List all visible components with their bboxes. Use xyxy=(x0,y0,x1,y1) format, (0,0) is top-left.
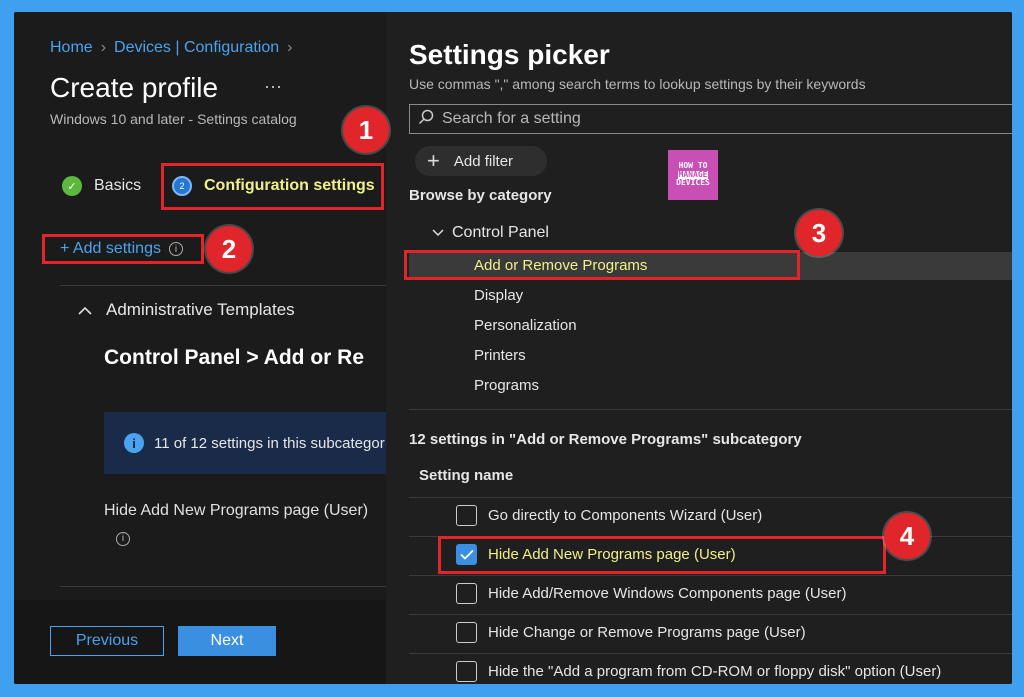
checkbox[interactable] xyxy=(456,583,477,604)
page-title: Create profile xyxy=(50,72,219,103)
add-filter-button[interactable]: + Add filter xyxy=(415,146,547,176)
admin-templates-label: Administrative Templates xyxy=(106,300,295,319)
setting-label: Hide Add New Programs page (User) xyxy=(104,502,369,519)
setting-row[interactable]: Hide Change or Remove Programs page (Use… xyxy=(456,622,806,643)
setting-row[interactable]: Go directly to Components Wizard (User) xyxy=(456,505,762,526)
settings-count: 12 settings in "Add or Remove Programs" … xyxy=(409,431,802,448)
checkbox[interactable] xyxy=(456,505,477,526)
divider xyxy=(60,586,386,587)
annotation-badge-1: 1 xyxy=(343,107,389,153)
setting-row-label: Hide Add/Remove Windows Components page … xyxy=(488,585,847,602)
setting-row[interactable]: Hide the "Add a program from CD-ROM or f… xyxy=(456,661,941,682)
browse-by-category-label: Browse by category xyxy=(409,187,552,204)
add-filter-label: Add filter xyxy=(453,152,514,170)
search-placeholder: Search for a setting xyxy=(442,110,581,127)
setting-row-label: Hide Change or Remove Programs page (Use… xyxy=(488,624,806,641)
annotation-box xyxy=(42,234,204,264)
category-programs[interactable]: Programs xyxy=(474,377,539,394)
setting-row[interactable]: Hide Add/Remove Windows Components page … xyxy=(456,583,847,604)
logo-text: DEVICES xyxy=(676,178,710,188)
checkbox[interactable] xyxy=(456,622,477,643)
plus-icon: + xyxy=(427,148,440,173)
admin-templates-header[interactable]: Administrative Templates xyxy=(78,300,295,320)
category-display[interactable]: Display xyxy=(474,287,523,304)
info-banner: i 11 of 12 settings in this subcategor xyxy=(104,412,394,474)
chevron-down-icon xyxy=(432,224,444,242)
tree-control-panel[interactable]: Control Panel xyxy=(432,224,549,242)
next-button[interactable]: Next xyxy=(178,626,276,656)
divider xyxy=(60,285,386,286)
create-profile-panel: Home › Devices | Configuration › Create pro… xyxy=(14,12,394,684)
annotation-badge-4: 4 xyxy=(884,513,930,559)
category-header: Control Panel > Add or Re xyxy=(104,346,364,369)
step-basics[interactable]: ✓ Basics xyxy=(62,176,141,196)
settings-picker-panel: Settings picker Use commas "," among sea… xyxy=(386,12,1012,684)
category-personalization[interactable]: Personalization xyxy=(474,317,577,334)
divider xyxy=(409,614,1012,615)
tree-control-panel-label: Control Panel xyxy=(452,224,549,241)
how-to-manage-devices-logo: HOW TO MANAGE DEVICES xyxy=(668,150,718,200)
page-subtitle: Windows 10 and later - Settings catalog xyxy=(50,111,297,127)
info-banner-text: 11 of 12 settings in this subcategor xyxy=(154,434,385,452)
chevron-up-icon xyxy=(78,300,92,320)
divider xyxy=(409,497,1012,498)
chevron-right-icon: › xyxy=(100,39,107,56)
picker-title: Settings picker xyxy=(409,39,610,70)
category-printers[interactable]: Printers xyxy=(474,347,526,364)
app-window: Home › Devices | Configuration › Create pro… xyxy=(14,12,1012,684)
column-header-setting-name: Setting name xyxy=(419,467,514,484)
divider xyxy=(409,575,1012,576)
setting-row-label: Go directly to Components Wizard (User) xyxy=(488,507,763,524)
annotation-badge-2: 2 xyxy=(206,226,252,272)
annotation-badge-3: 3 xyxy=(796,210,842,256)
annotation-box xyxy=(438,536,886,574)
setting-row-label: Hide the "Add a program from CD-ROM or f… xyxy=(488,663,942,680)
search-icon xyxy=(418,109,434,130)
step-basics-label: Basics xyxy=(94,177,142,194)
chevron-right-icon: › xyxy=(287,39,293,56)
previous-button[interactable]: Previous xyxy=(50,626,164,656)
divider xyxy=(409,653,1012,654)
info-icon[interactable]: i xyxy=(116,528,130,546)
breadcrumb: Home › Devices | Configuration › xyxy=(50,39,300,57)
annotation-box xyxy=(404,250,800,280)
info-icon: i xyxy=(124,433,144,453)
breadcrumb-home[interactable]: Home xyxy=(50,39,93,56)
annotation-box xyxy=(161,163,384,210)
check-icon: ✓ xyxy=(62,176,82,196)
more-options-button[interactable]: ··· xyxy=(264,76,282,97)
checkbox[interactable] xyxy=(456,661,477,682)
picker-subtitle: Use commas "," among search terms to loo… xyxy=(409,76,866,92)
search-input[interactable]: Search for a setting xyxy=(409,104,1012,134)
divider xyxy=(409,409,1012,410)
breadcrumb-devices[interactable]: Devices | Configuration xyxy=(114,39,279,56)
